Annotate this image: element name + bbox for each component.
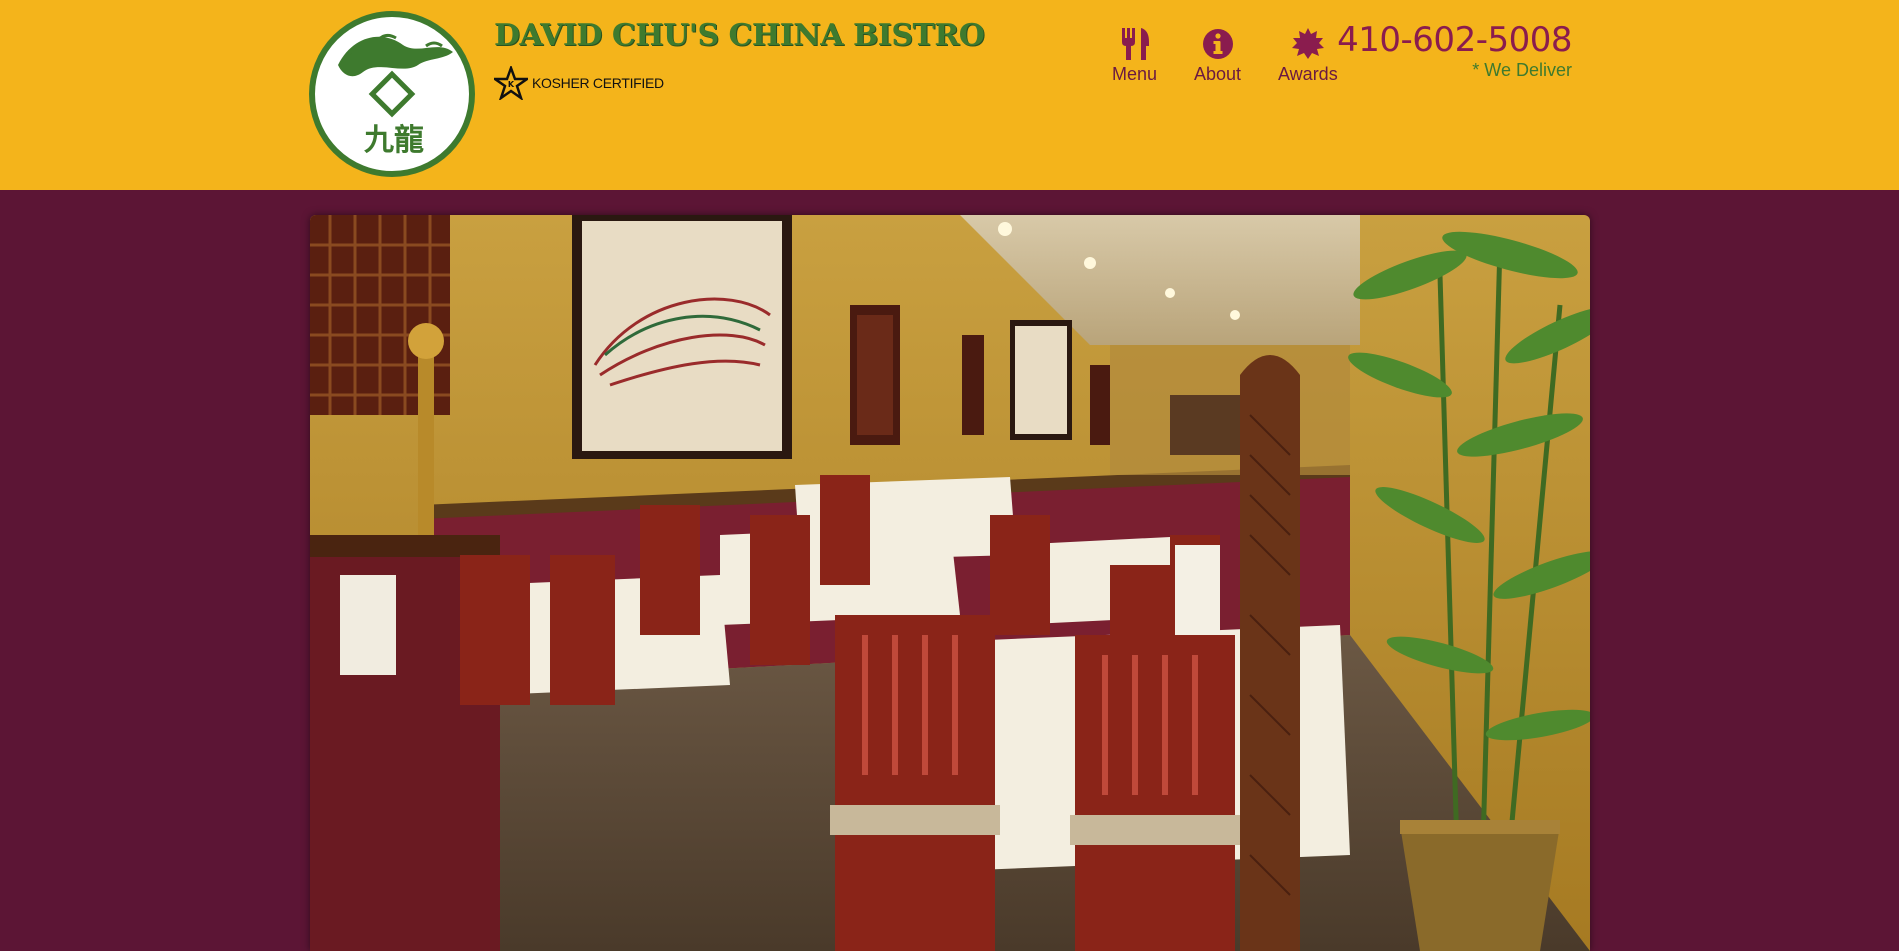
info-icon bbox=[1202, 29, 1233, 59]
svg-text:K: K bbox=[508, 80, 515, 89]
nav-awards-label: Awards bbox=[1278, 64, 1338, 84]
kosher-label: KOSHER CERTIFIED bbox=[532, 75, 664, 91]
logo-char-1: 九 bbox=[364, 123, 394, 158]
nav-about-label: About bbox=[1194, 64, 1242, 84]
delivery-note: * We Deliver bbox=[1472, 60, 1572, 80]
award-seal-icon bbox=[1291, 28, 1324, 59]
restaurant-dining-room-image bbox=[310, 215, 1590, 951]
kosher-badge: K KOSHER CERTIFIED bbox=[494, 66, 664, 100]
dragon-logo-icon: 九 龍 bbox=[309, 11, 475, 177]
logo-char-2: 龍 bbox=[394, 123, 424, 158]
nav-about[interactable]: About bbox=[1194, 26, 1241, 85]
star-icon: K bbox=[494, 66, 528, 100]
nav-awards[interactable]: Awards bbox=[1278, 26, 1338, 85]
phone-number[interactable]: 410-602-5008 bbox=[1337, 20, 1572, 60]
hero-photo bbox=[310, 215, 1590, 951]
nav-menu[interactable]: Menu bbox=[1112, 26, 1157, 85]
site-header: 九 龍 DAVID CHU'S CHINA BISTRO K KOSHER CE… bbox=[0, 0, 1899, 190]
fork-knife-icon bbox=[1121, 28, 1149, 60]
page-title[interactable]: DAVID CHU'S CHINA BISTRO bbox=[494, 18, 985, 53]
restaurant-logo[interactable]: 九 龍 bbox=[308, 10, 476, 178]
nav-menu-label: Menu bbox=[1112, 64, 1158, 84]
